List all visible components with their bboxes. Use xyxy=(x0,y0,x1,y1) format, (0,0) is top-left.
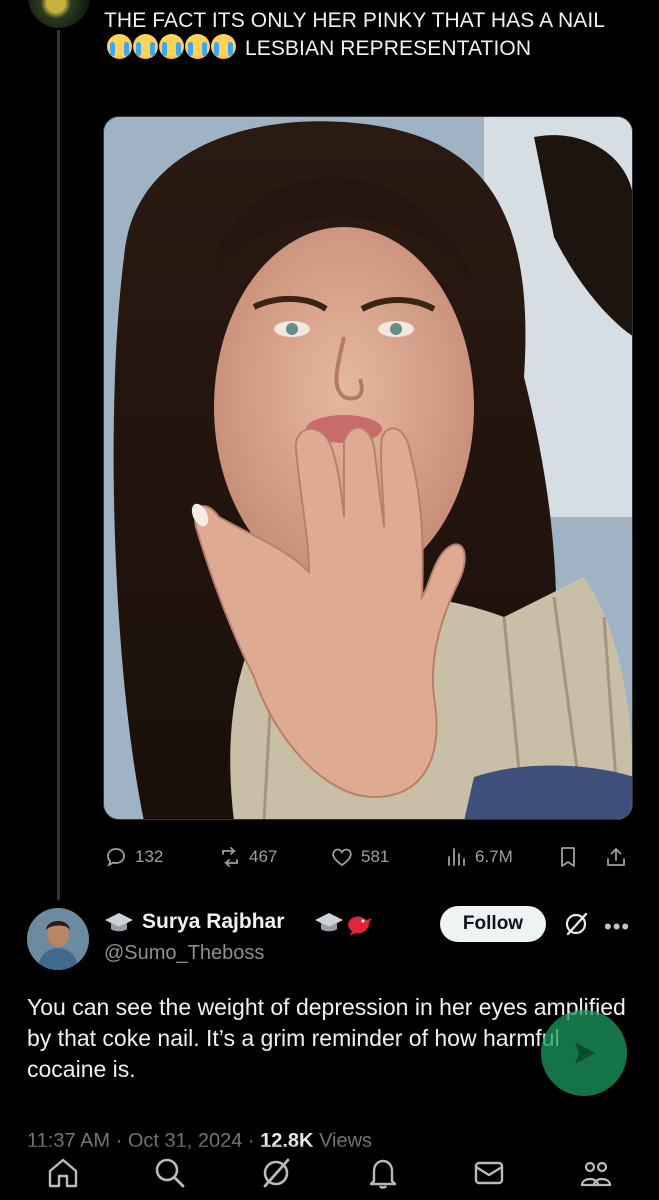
bookmark-icon xyxy=(561,847,575,867)
share-button[interactable] xyxy=(604,842,628,872)
repost-count: 467 xyxy=(249,847,278,866)
graduation-cap-icon xyxy=(105,913,133,932)
nav-notifications[interactable] xyxy=(361,1151,405,1195)
bell-icon xyxy=(369,1159,396,1189)
man-portrait-photo xyxy=(27,908,89,970)
reply-bubble-icon xyxy=(107,848,125,867)
author-avatar[interactable] xyxy=(28,0,90,28)
heart-icon xyxy=(332,848,352,867)
more-options-icon[interactable]: ••• xyxy=(604,914,630,940)
follow-button[interactable]: Follow xyxy=(440,906,546,942)
loudly-crying-face-icon xyxy=(211,34,236,59)
reply-author-avatar[interactable] xyxy=(27,908,89,970)
nav-search[interactable] xyxy=(148,1151,192,1195)
reply-author-handle[interactable]: @Sumo_Theboss xyxy=(104,942,264,965)
communities-icon xyxy=(580,1161,611,1186)
reply-header: Surya Rajbhar @Sumo_Theboss Follow ••• xyxy=(104,906,644,978)
bar-chart-icon xyxy=(448,848,465,866)
bottom-navigation xyxy=(0,1145,659,1200)
like-button[interactable]: 581 xyxy=(330,842,389,872)
repost-icon xyxy=(222,847,238,867)
post-text: THE FACT ITS ONLY HER PINKY THAT HAS A N… xyxy=(104,8,624,62)
red-bird-icon xyxy=(348,916,372,936)
post-image[interactable] xyxy=(103,116,633,820)
graduation-cap-icon xyxy=(315,913,343,932)
loudly-crying-face-icon xyxy=(107,34,132,59)
reply-author-name[interactable]: Surya Rajbhar xyxy=(142,910,284,934)
compose-reply-button[interactable] xyxy=(541,1010,627,1096)
tweet-thread-view: THE FACT ITS ONLY HER PINKY THAT HAS A N… xyxy=(0,0,659,1200)
nav-home[interactable] xyxy=(41,1151,85,1195)
post-text-before: THE FACT ITS ONLY HER PINKY THAT HAS A N… xyxy=(104,9,605,32)
like-count: 581 xyxy=(361,847,390,866)
mail-icon xyxy=(475,1161,504,1184)
reply-button[interactable]: 132 xyxy=(104,842,163,872)
repost-button[interactable]: 467 xyxy=(218,842,277,872)
nav-communities[interactable] xyxy=(574,1151,618,1195)
reply-count: 132 xyxy=(135,847,164,866)
loudly-crying-face-icon xyxy=(159,34,184,59)
thread-connector-line xyxy=(57,30,60,900)
share-upload-icon xyxy=(607,848,625,866)
crying-emojis xyxy=(107,34,236,59)
home-icon xyxy=(49,1158,78,1187)
grok-icon xyxy=(263,1158,290,1187)
views-button[interactable]: 6.7M xyxy=(444,842,513,872)
bookmark-button[interactable] xyxy=(556,842,580,872)
woman-blowing-kiss-photo xyxy=(104,117,632,819)
post-action-bar: 132 467 581 6.7M xyxy=(104,842,634,872)
send-arrow-icon xyxy=(575,1042,595,1064)
loudly-crying-face-icon xyxy=(133,34,158,59)
nav-messages[interactable] xyxy=(467,1151,511,1195)
post-text-after: LESBIAN REPRESENTATION xyxy=(244,37,532,60)
search-icon xyxy=(155,1158,185,1187)
nav-grok[interactable] xyxy=(254,1151,298,1195)
grok-icon[interactable] xyxy=(562,910,590,938)
views-count: 6.7M xyxy=(475,847,513,866)
loudly-crying-face-icon xyxy=(185,34,210,59)
